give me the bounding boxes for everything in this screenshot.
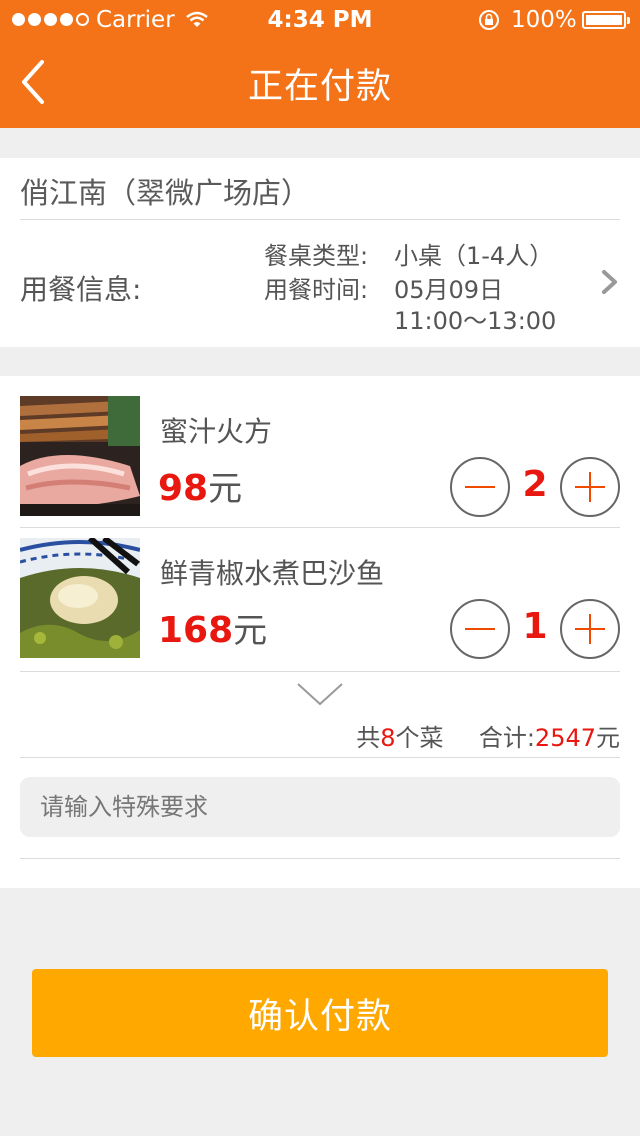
restaurant-name: 俏江南（翠微广场店）	[20, 176, 311, 210]
dish-price-value: 98	[158, 468, 209, 509]
dining-time-row: 用餐时间: 05月09日	[0, 270, 640, 304]
dish-name: 蜜汁火方	[160, 415, 273, 448]
chevron-right-icon[interactable]	[600, 268, 620, 300]
dish-price: 98元	[158, 461, 242, 510]
divider	[20, 858, 620, 859]
list-item: 鲜青椒水煮巴沙鱼 168元 1	[0, 518, 640, 659]
minus-icon	[465, 486, 495, 488]
page-title: 正在付款	[247, 67, 392, 107]
summary-count-prefix: 共	[356, 724, 381, 752]
battery-icon	[582, 11, 630, 29]
list-item: 蜜汁火方 98元 2	[0, 376, 640, 517]
dish-price: 168元	[158, 603, 267, 652]
divider	[20, 671, 620, 672]
status-bar: Carrier 4:34 PM 100%	[0, 0, 640, 40]
dining-time-label: 用餐时间:	[264, 276, 369, 304]
table-type-label: 餐桌类型:	[264, 242, 369, 270]
total-unit: 元	[596, 724, 620, 752]
dish-image	[20, 396, 140, 516]
increase-quantity-button[interactable]	[560, 457, 620, 517]
decrease-quantity-button[interactable]	[450, 457, 510, 517]
battery-percent: 100%	[511, 7, 577, 33]
quantity-value: 1	[522, 606, 548, 647]
special-request-input[interactable]	[20, 777, 620, 837]
table-type-row: 餐桌类型: 小桌（1-4人）	[0, 236, 640, 270]
dish-name: 鲜青椒水煮巴沙鱼	[160, 557, 385, 590]
dish-count: 8	[380, 724, 396, 752]
order-summary: 共8个菜 合计:2547元	[356, 718, 620, 753]
minus-icon	[465, 628, 495, 630]
dining-date-value: 05月09日	[394, 276, 504, 304]
increase-quantity-button[interactable]	[560, 599, 620, 659]
divider	[20, 219, 620, 220]
total-label: 合计:	[478, 724, 535, 752]
price-unit: 元	[208, 469, 243, 509]
chevron-down-icon[interactable]	[296, 682, 344, 712]
summary-count-suffix: 个菜	[395, 724, 444, 752]
decrease-quantity-button[interactable]	[450, 599, 510, 659]
header-bar: Carrier 4:34 PM 100% 正在付款	[0, 0, 640, 128]
dining-time-range-row: 11:00～13:00	[0, 301, 640, 335]
order-card: 蜜汁火方 98元 2 鲜青椒水煮巴沙鱼 168元 1 共8个菜 合计:2547元…	[0, 376, 640, 888]
dish-price-value: 168	[158, 610, 234, 651]
divider	[20, 757, 620, 758]
price-unit: 元	[233, 611, 268, 651]
rotation-lock-icon	[478, 9, 500, 37]
total-amount: 2547	[534, 724, 596, 752]
dish-image	[20, 538, 140, 658]
dining-time-range-value: 11:00～13:00	[394, 307, 557, 335]
restaurant-info-card: 俏江南（翠微广场店） 用餐信息: 餐桌类型: 小桌（1-4人） 用餐时间: 05…	[0, 158, 640, 347]
table-type-value: 小桌（1-4人）	[394, 242, 554, 270]
quantity-value: 2	[522, 464, 548, 505]
confirm-payment-button[interactable]: 确认付款	[32, 969, 608, 1057]
